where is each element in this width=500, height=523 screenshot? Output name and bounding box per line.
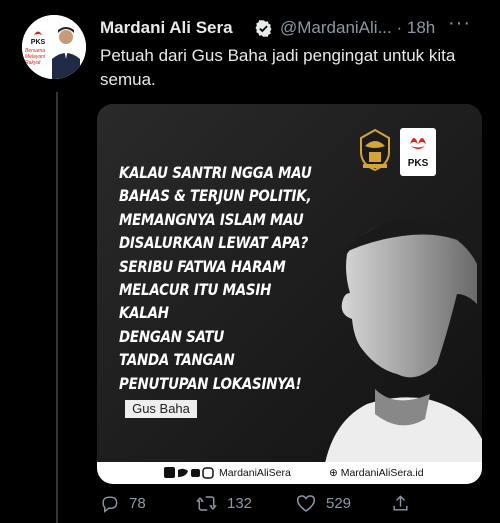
facebook-icon [164,467,175,478]
avatar-caption-3: Rakyat [25,60,41,66]
retweet-count: 132 [227,495,253,512]
share-icon [393,495,408,511]
card-footer-site-text: MardaniAliSera.id [340,467,424,479]
thread-line [56,92,58,523]
dpr-emblem-icon [360,128,390,172]
tweet-image-card[interactable]: KALAU SANTRI NGGA MAU BAHAS & TERJUN POL… [97,104,482,484]
tweet-time[interactable]: · 18h [396,18,435,37]
pks-logo: PKS [400,128,436,176]
heart-icon [296,495,316,512]
card-footer-bar: MardaniAliSera ⊕ MardaniAliSera.id [97,462,482,484]
more-options-icon[interactable]: ··· [448,12,471,35]
twitter-icon [178,468,188,477]
reply-icon [102,496,118,513]
youtube-icon [191,469,200,477]
reply-count: 78 [129,495,146,512]
retweet-icon [196,496,217,511]
social-icons [164,467,214,482]
avatar[interactable]: PKS Bersama Melayani Rakyat [22,15,86,79]
like-button[interactable]: 529 [296,494,351,513]
card-footer-handle: MardaniAliSera [219,467,291,479]
author-handle[interactable]: @MardaniAli... [280,18,392,37]
reply-button[interactable]: 78 [100,494,146,513]
retweet-button[interactable]: 132 [196,494,252,513]
tweet-header: Mardani Ali Sera @MardaniAli... · 18h ··… [100,12,490,42]
author-name[interactable]: Mardani Ali Sera [100,18,233,38]
like-count: 529 [326,495,352,512]
pks-logo-text: PKS [407,158,429,169]
avatar-logo-text: PKS [31,39,46,46]
card-footer-site: ⊕ MardaniAliSera.id [329,467,424,479]
author-handle-and-time[interactable]: @MardaniAli... · 18h [280,18,435,38]
pks-emblem-icon [410,138,426,149]
tweet-actions: 78 132 529 [100,494,490,518]
instagram-icon [202,467,214,479]
card-quote: KALAU SANTRI NGGA MAU BAHAS & TERJUN POL… [119,163,312,393]
card-author-label: Gus Baha [125,400,197,418]
share-button[interactable] [391,494,420,513]
tweet-text: Petuah dari Gus Baha jadi pengingat untu… [100,46,456,89]
verified-badge-icon [255,20,272,37]
